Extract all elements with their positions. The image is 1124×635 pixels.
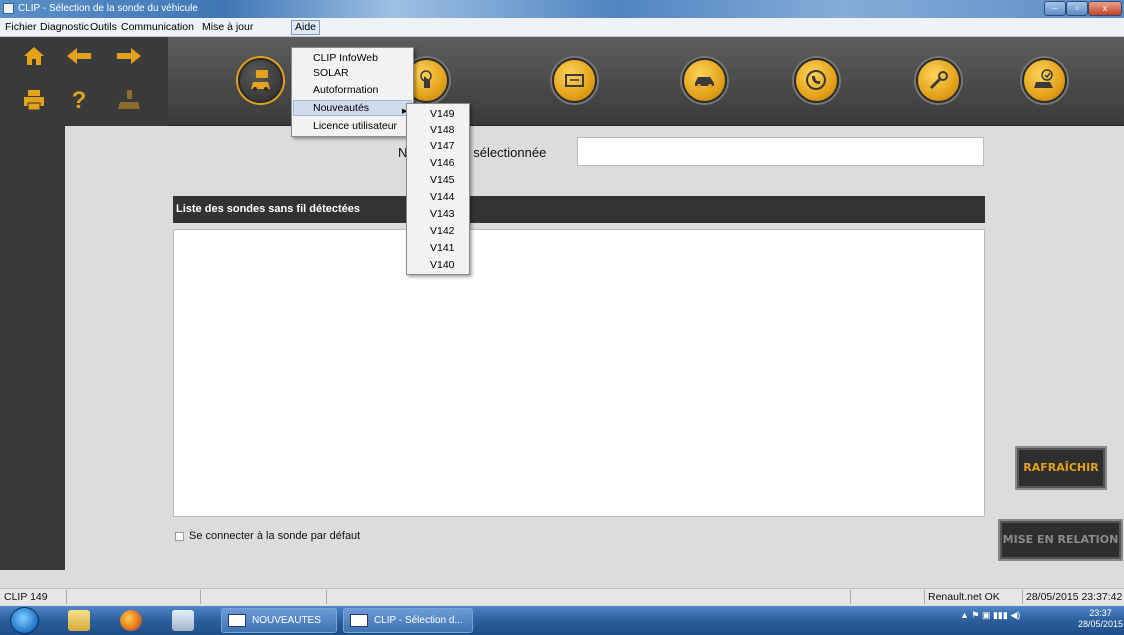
probe-list-header: Liste des sondes sans fil détectées bbox=[173, 196, 985, 223]
refresh-button[interactable]: RAFRAÎCHIR bbox=[1017, 448, 1105, 488]
menu-item-clip-infoweb[interactable]: CLIP InfoWeb bbox=[313, 52, 378, 64]
probe-input[interactable] bbox=[577, 137, 984, 166]
connection-status: Renault.net OK bbox=[928, 591, 1000, 603]
submenu-item-v147[interactable]: V147 bbox=[430, 140, 455, 152]
submenu-item-v146[interactable]: V146 bbox=[430, 157, 455, 169]
taskbar-clock[interactable]: 23:37 28/05/2015 bbox=[1078, 608, 1123, 630]
menu-diagnostic[interactable]: Diagnostic bbox=[37, 21, 92, 36]
taskbar: NOUVEAUTES DE ... CLIP - Sélection d... … bbox=[0, 606, 1124, 635]
ecu-icon[interactable] bbox=[552, 58, 597, 103]
minimize-button[interactable]: – bbox=[1044, 1, 1066, 16]
wrench-icon[interactable] bbox=[916, 58, 961, 103]
menu-mise-a-jour[interactable]: Mise à jour bbox=[199, 21, 256, 36]
vehicle-check-icon[interactable] bbox=[1022, 58, 1067, 103]
back-arrow-icon[interactable] bbox=[64, 44, 94, 74]
submenu-item-v145[interactable]: V145 bbox=[430, 174, 455, 186]
submenu-item-v140[interactable]: V140 bbox=[430, 259, 455, 271]
help-icon[interactable]: ? bbox=[64, 86, 94, 116]
default-probe-label: Se connecter à la sonde par défaut bbox=[189, 530, 361, 542]
default-probe-checkbox[interactable] bbox=[175, 532, 184, 541]
left-sidebar bbox=[0, 126, 65, 570]
close-button[interactable]: x bbox=[1088, 1, 1122, 16]
probe-list[interactable] bbox=[173, 229, 985, 517]
menu-aide[interactable]: Aide bbox=[291, 20, 321, 35]
home-icon[interactable] bbox=[19, 44, 49, 74]
aide-dropdown: CLIP InfoWeb SOLAR Autoformation Nouveau… bbox=[291, 47, 414, 137]
submenu-item-v148[interactable]: V148 bbox=[430, 124, 455, 136]
menu-item-licence[interactable]: Licence utilisateur bbox=[313, 120, 397, 132]
toolbar: ? bbox=[0, 37, 1124, 126]
menu-bar: Fichier Diagnostic Outils Communication … bbox=[0, 18, 1124, 37]
connect-button[interactable]: MISE EN RELATION bbox=[1000, 521, 1121, 559]
firefox-icon[interactable] bbox=[120, 610, 142, 631]
menu-fichier[interactable]: Fichier bbox=[2, 21, 40, 36]
menu-outils[interactable]: Outils bbox=[87, 21, 120, 36]
menu-item-nouveautes[interactable]: Nouveautés ▶ bbox=[293, 100, 412, 116]
system-tray[interactable]: ▲ ⚑ ▣ ▮▮▮ ◀) bbox=[960, 610, 1020, 621]
start-button[interactable] bbox=[10, 607, 39, 634]
submenu-item-v143[interactable]: V143 bbox=[430, 208, 455, 220]
file-explorer-icon[interactable] bbox=[68, 610, 90, 631]
version-status: CLIP 149 bbox=[4, 591, 48, 603]
title-bar: CLIP - Sélection de la sonde du véhicule… bbox=[0, 0, 1124, 18]
status-bar: CLIP 149 Renault.net OK 28/05/2015 23:37… bbox=[0, 588, 1124, 605]
menu-communication[interactable]: Communication bbox=[118, 21, 197, 36]
printer-icon[interactable] bbox=[19, 89, 49, 119]
vehicle-probe-icon[interactable] bbox=[114, 89, 144, 119]
menu-item-autoformation[interactable]: Autoformation bbox=[313, 84, 378, 96]
submenu-item-v144[interactable]: V144 bbox=[430, 191, 455, 203]
taskbar-task-nouveautes[interactable]: NOUVEAUTES DE ... bbox=[221, 608, 337, 633]
navigation-area: ? bbox=[0, 37, 168, 126]
nouveautes-submenu: V149 V148 V147 V146 V145 V144 V143 V142 … bbox=[406, 103, 470, 275]
menu-item-solar[interactable]: SOLAR bbox=[313, 67, 349, 79]
submenu-item-v141[interactable]: V141 bbox=[430, 242, 455, 254]
document-icon[interactable] bbox=[172, 610, 194, 631]
submenu-item-v142[interactable]: V142 bbox=[430, 225, 455, 237]
vehicle-identification-icon[interactable] bbox=[238, 58, 283, 103]
datetime-status: 28/05/2015 23:37:42 bbox=[1026, 591, 1123, 603]
app-icon bbox=[3, 3, 14, 14]
maximize-button[interactable]: ▫ bbox=[1066, 1, 1088, 16]
vehicle-icon[interactable] bbox=[682, 58, 727, 103]
window-title: CLIP - Sélection de la sonde du véhicule bbox=[18, 3, 198, 14]
phone-assistance-icon[interactable] bbox=[794, 58, 839, 103]
submenu-item-v149[interactable]: V149 bbox=[430, 108, 455, 120]
forward-arrow-icon[interactable] bbox=[114, 44, 144, 74]
taskbar-task-clip[interactable]: CLIP - Sélection d... bbox=[343, 608, 473, 633]
